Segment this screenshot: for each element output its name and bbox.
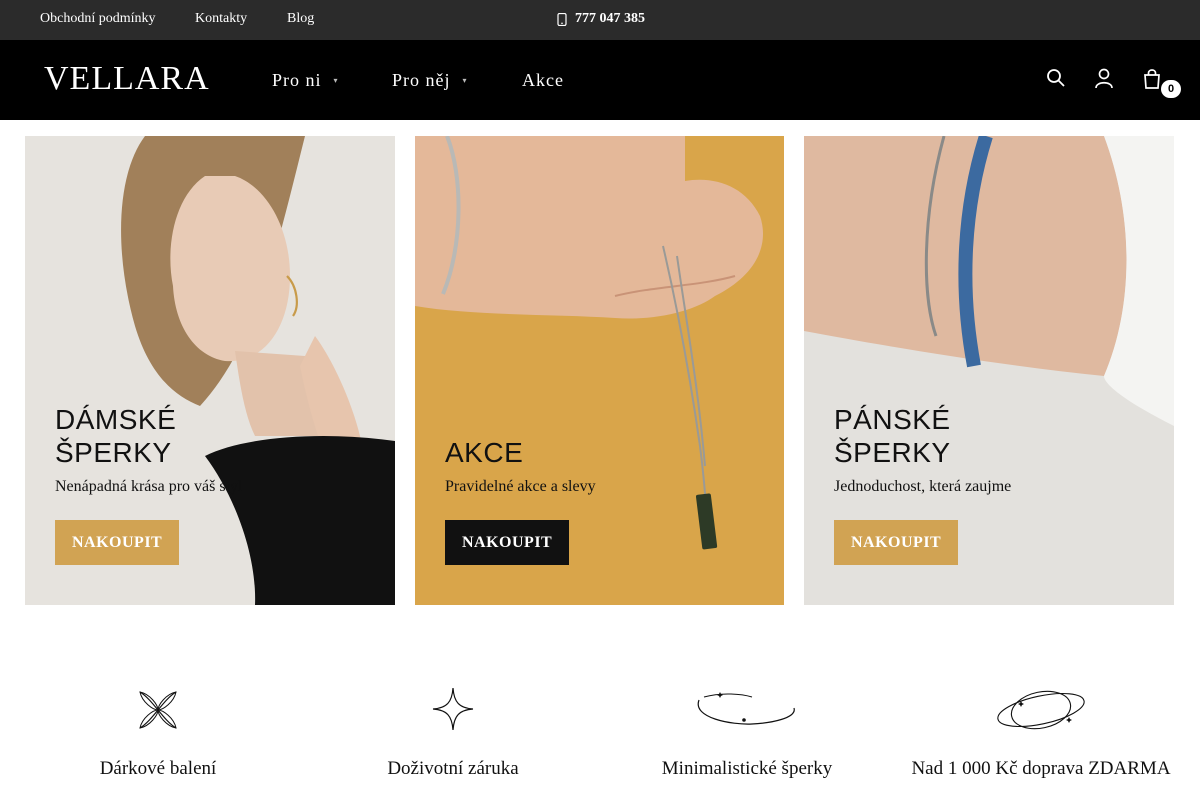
top-utility-bar: Obchodní podmínky Kontakty Blog 777 047 …	[0, 0, 1200, 40]
banner-damske-sperky[interactable]: DÁMSKÉ ŠPERKY Nenápadná krása pro váš st…	[25, 136, 395, 605]
shop-women-button[interactable]: NAKOUPIT	[55, 520, 180, 565]
banner-title-line1: DÁMSKÉ	[55, 404, 177, 435]
banner-panske-sperky[interactable]: PÁNSKÉ ŠPERKY Jednoduchost, která zaujme…	[804, 136, 1174, 605]
user-icon[interactable]	[1093, 67, 1115, 91]
banner-subtitle: Pravidelné akce a slevy	[445, 478, 596, 495]
banner-title-line2: ŠPERKY	[55, 437, 172, 468]
ribbon-icon	[139, 691, 177, 729]
banner-subtitle: Nenápadná krása pro váš styl	[55, 478, 243, 495]
site-logo[interactable]: VELLARA	[44, 60, 210, 98]
terms-link[interactable]: Obchodní podmínky	[40, 11, 156, 27]
banner-akce[interactable]: AKCE Pravidelné akce a slevy NAKOUPIT	[415, 136, 784, 605]
contacts-link[interactable]: Kontakty	[195, 11, 247, 27]
feature-label: Minimalistické šperky	[661, 758, 833, 779]
shop-men-button[interactable]: NAKOUPIT	[834, 520, 959, 565]
nav-label: Akce	[522, 70, 564, 90]
phone-number: 777 047 385	[575, 11, 645, 26]
feature-label: Dárkové balení	[99, 758, 217, 779]
star-icon	[432, 687, 474, 731]
blog-link[interactable]: Blog	[287, 11, 314, 27]
phone-icon	[557, 12, 567, 27]
orbit-icon	[997, 690, 1085, 730]
chevron-down-icon: ▾	[333, 76, 339, 85]
nav-akce[interactable]: Akce	[522, 70, 564, 91]
nav-pro-nej[interactable]: Pro něj ▾	[392, 70, 468, 91]
banner-title-line1: PÁNSKÉ	[834, 404, 951, 435]
main-header: VELLARA Pro ni ▾ Pro něj ▾ Akce	[0, 40, 1200, 120]
banner-title: AKCE	[445, 437, 524, 468]
feature-lifetime-warranty: Doživotní záruka	[303, 680, 603, 779]
shop-sale-button[interactable]: NAKOUPIT	[445, 520, 570, 565]
bracelet-icon	[697, 692, 795, 725]
nav-pro-ni[interactable]: Pro ni ▾	[272, 70, 339, 91]
feature-free-shipping: Nad 1 000 Kč doprava ZDARMA	[891, 680, 1191, 779]
nav-label: Pro ni	[272, 70, 322, 90]
feature-label: Nad 1 000 Kč doprava ZDARMA	[911, 758, 1171, 779]
search-icon[interactable]	[1045, 67, 1067, 91]
banner-title-line2: ŠPERKY	[834, 437, 951, 468]
cart-icon[interactable]	[1141, 67, 1163, 91]
phone-contact[interactable]: 777 047 385	[557, 11, 645, 27]
feature-gift-wrap: Dárkové balení	[8, 680, 308, 779]
feature-label: Doživotní záruka	[387, 758, 519, 779]
chevron-down-icon: ▾	[462, 76, 468, 85]
cart-count-badge: 0	[1161, 80, 1181, 98]
nav-label: Pro něj	[392, 70, 451, 90]
banner-subtitle: Jednoduchost, která zaujme	[834, 478, 1012, 495]
feature-minimal-jewelry: Minimalistické šperky	[597, 680, 897, 779]
